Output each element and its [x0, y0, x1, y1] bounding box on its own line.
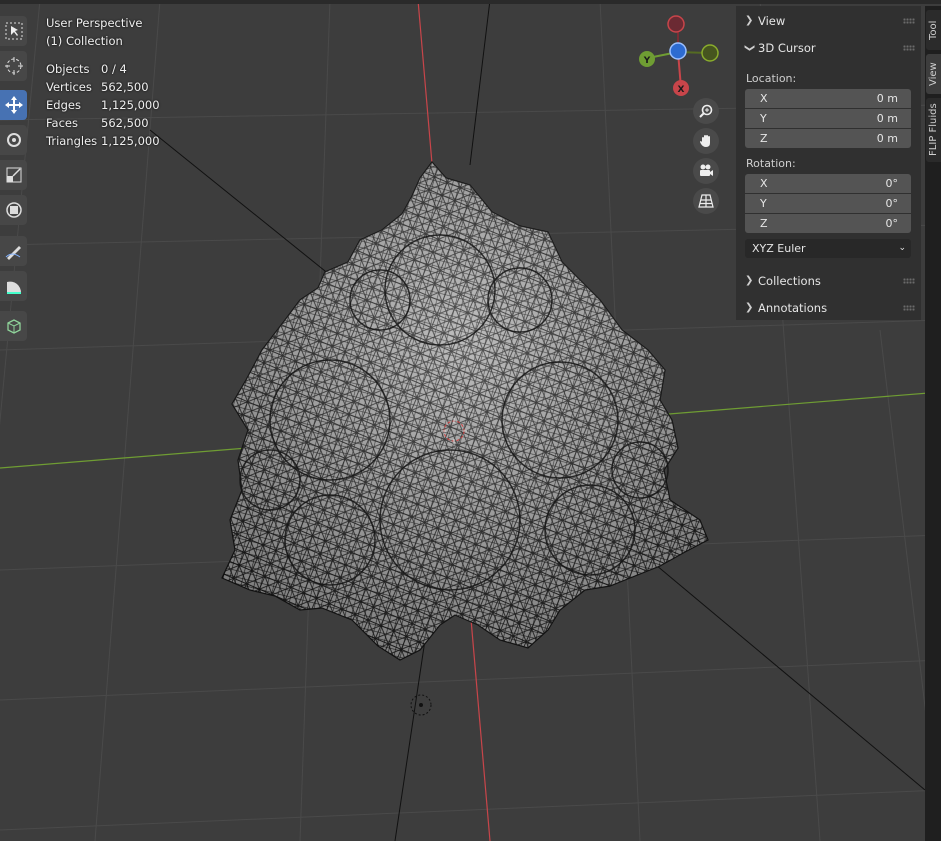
stat-value: 1,125,000 — [101, 98, 160, 112]
tab-view[interactable]: View — [926, 54, 941, 94]
chevron-down-icon: ⌄ — [898, 243, 906, 253]
rotation-y-field[interactable]: Y 0° — [745, 194, 911, 213]
field-value: 0 m — [876, 92, 898, 105]
collection-name: (1) Collection — [46, 34, 123, 48]
perspective-toggle-button[interactable] — [693, 188, 719, 214]
stat-value: 0 / 4 — [101, 62, 127, 76]
location-x-field[interactable]: X 0 m — [745, 89, 911, 108]
drag-handle-icon[interactable] — [903, 278, 915, 284]
hand-icon — [700, 135, 710, 147]
chevron-right-icon: ❯ — [745, 302, 754, 313]
field-value: 0° — [885, 197, 899, 210]
panel-title: Collections — [758, 274, 821, 288]
chevron-right-icon: ❯ — [745, 15, 754, 26]
camera-view-button[interactable] — [693, 158, 719, 184]
select-box-icon — [5, 22, 22, 40]
stat-row-vertices: Vertices 562,500 — [46, 78, 160, 96]
panel-annotations-header[interactable]: ❯ Annotations — [736, 296, 921, 320]
stat-value: 1,125,000 — [101, 134, 160, 148]
field-value: 0 m — [876, 112, 898, 125]
sidebar-tabs: Tool View FLIP Fluids — [925, 6, 941, 841]
panel-collections-header[interactable]: ❯ Collections — [736, 269, 921, 293]
gizmo-neg-y-handle[interactable] — [701, 44, 719, 62]
scale-tool[interactable] — [0, 160, 27, 190]
axis-label: Z — [760, 132, 768, 145]
add-cube-tool[interactable] — [0, 311, 27, 341]
axis-label: Y — [760, 112, 767, 125]
axis-label: Y — [760, 197, 767, 210]
drag-handle-icon[interactable] — [903, 305, 915, 311]
move-tool[interactable] — [0, 90, 27, 120]
tab-tool[interactable]: Tool — [926, 10, 941, 50]
selected-value: XYZ Euler — [752, 242, 806, 255]
location-label: Location: — [746, 72, 797, 85]
rotation-z-field[interactable]: Z 0° — [745, 214, 911, 233]
transform-tool[interactable] — [0, 195, 27, 225]
stat-label: Objects — [46, 62, 90, 76]
sidebar-panel: ❯ View ❯ 3D Cursor Location: X 0 m Y 0 m… — [736, 6, 921, 320]
annotate-tool[interactable] — [0, 236, 27, 266]
select-box-tool[interactable] — [0, 16, 27, 46]
cursor-icon — [4, 57, 23, 75]
transform-icon — [5, 202, 22, 218]
panel-title: 3D Cursor — [758, 41, 816, 55]
grid-perspective-icon — [698, 194, 714, 208]
annotate-icon — [5, 246, 21, 260]
move-icon — [4, 96, 23, 114]
camera-icon — [700, 164, 713, 176]
stat-row-triangles: Triangles 1,125,000 — [46, 132, 160, 150]
measure-icon — [6, 281, 21, 294]
measure-tool[interactable] — [0, 271, 27, 301]
zoom-icon — [699, 104, 713, 118]
panel-3d-cursor-header[interactable]: ❯ 3D Cursor — [736, 36, 921, 60]
scale-icon — [6, 167, 21, 183]
header-strip — [0, 0, 941, 4]
pan-button[interactable] — [693, 128, 719, 154]
stat-value: 562,500 — [101, 116, 149, 130]
panel-title: Annotations — [758, 301, 828, 315]
field-value: 0° — [885, 217, 899, 230]
navigation-gizmo[interactable]: Y X — [630, 12, 730, 102]
stat-label: Vertices — [46, 80, 92, 94]
rotation-label: Rotation: — [746, 157, 796, 170]
rotation-x-field[interactable]: X 0° — [745, 174, 911, 193]
axis-label: X — [760, 177, 768, 190]
tab-flip-fluids[interactable]: FLIP Fluids — [926, 98, 941, 162]
gizmo-z-handle[interactable] — [669, 42, 687, 60]
gizmo-y-label: Y — [643, 56, 651, 66]
gizmo-neg-z-handle[interactable] — [667, 15, 685, 33]
panel-view-header[interactable]: ❯ View — [736, 9, 921, 33]
panel-title: View — [758, 14, 786, 28]
stat-label: Triangles — [46, 134, 98, 148]
rotation-mode-select[interactable]: XYZ Euler ⌄ — [745, 239, 911, 258]
stat-label: Edges — [46, 98, 81, 112]
zoom-button[interactable] — [693, 98, 719, 124]
cube-icon — [6, 319, 21, 334]
axis-label: X — [760, 92, 768, 105]
location-y-field[interactable]: Y 0 m — [745, 109, 911, 128]
cursor-tool[interactable] — [0, 51, 27, 81]
stat-row-edges: Edges 1,125,000 — [46, 96, 160, 114]
stat-row-objects: Objects 0 / 4 — [46, 60, 160, 78]
chevron-right-icon: ❯ — [745, 275, 754, 286]
gizmo-x-label: X — [678, 85, 685, 95]
stat-row-faces: Faces 562,500 — [46, 114, 160, 132]
drag-handle-icon[interactable] — [903, 18, 915, 24]
field-value: 0 m — [876, 132, 898, 145]
stat-value: 562,500 — [101, 80, 149, 94]
axis-label: Z — [760, 217, 768, 230]
view-name: User Perspective — [46, 16, 143, 30]
field-value: 0° — [885, 177, 899, 190]
scene-statistics: Objects 0 / 4 Vertices 562,500 Edges 1,125,… — [46, 60, 160, 150]
drag-handle-icon[interactable] — [903, 45, 915, 51]
stat-label: Faces — [46, 116, 78, 130]
rotate-icon — [6, 133, 21, 147]
rotate-tool[interactable] — [0, 125, 27, 155]
location-z-field[interactable]: Z 0 m — [745, 129, 911, 148]
viewport-overlay: User Perspective (1) Collection — [46, 14, 142, 50]
